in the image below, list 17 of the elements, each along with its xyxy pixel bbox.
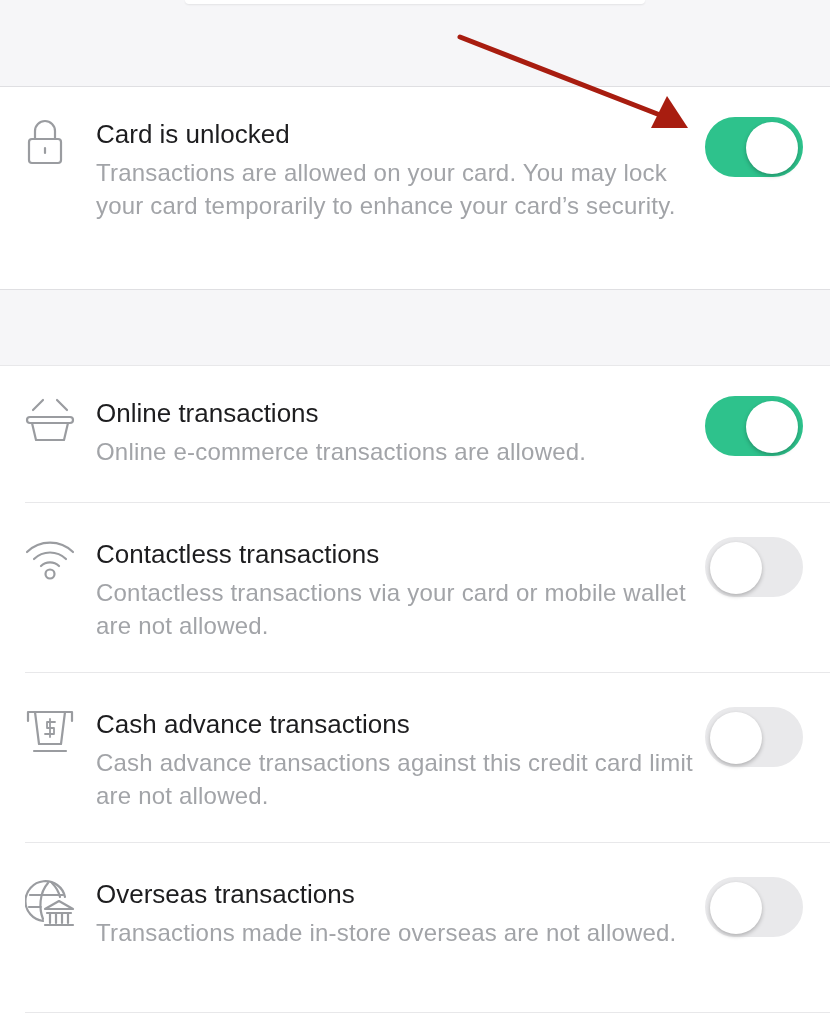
setting-description: Online e-commerce transactions are allowed. [96,437,588,467]
setting-title: Overseas transactions [96,878,356,911]
setting-description: Contactless transactions via your card or mobile wallet are not allowed. [96,578,687,641]
toggle-switch[interactable] [705,117,803,177]
setting-title: Cash advance transactions [96,708,411,741]
setting-description: Transactions made in-store overseas are not allowed. [96,918,678,948]
setting-title: Online transactions [96,397,320,430]
setting-description: Cash advance transactions against this credit card limit are not allowed. [96,748,694,811]
setting-description: Transactions are allowed on your card. You may lock your card temporarily to enhance your card’s security. [96,158,677,221]
setting-title: Card is unlocked [96,118,291,151]
setting-title: Contactless transactions [96,538,381,571]
cash-machine-icon [25,709,75,755]
toggle-switch[interactable] [705,396,803,456]
wireless-icon [25,539,75,581]
basket-icon [25,398,75,444]
lock-icon [25,119,65,165]
globe-bank-icon [25,879,75,929]
